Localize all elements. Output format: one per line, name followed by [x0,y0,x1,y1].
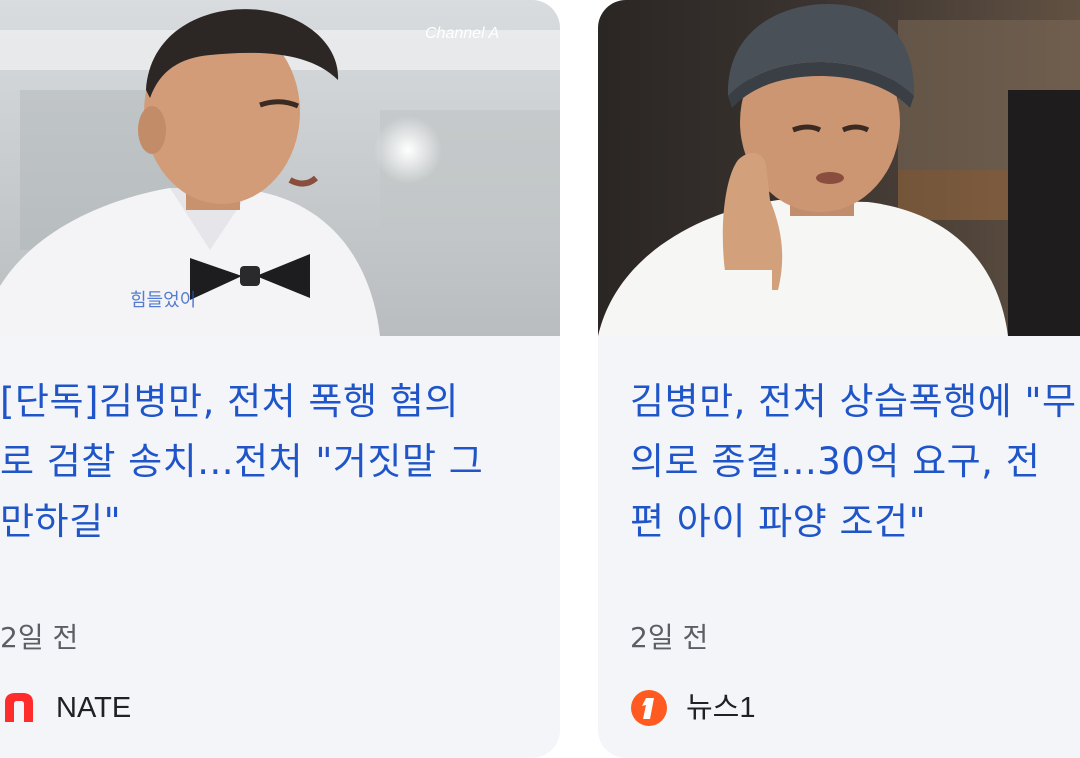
card-body: 김병만, 전처 상습폭행에 "무 의로 종결...30억 요구, 전 편 아이 … [598,336,1080,758]
published-time: 2일 전 [0,621,79,654]
thumbnail-caption: 힘들었이 [130,290,196,311]
news-source[interactable]: NATE [0,688,131,728]
thumbnail-image: Channel A 힘들었이 [0,0,560,336]
news-source[interactable]: 뉴스1 [630,688,756,728]
news-card-nate[interactable]: Channel A 힘들었이 [단독]김병만, 전처 폭행 혐의 로 검찰 송치… [0,0,560,758]
card-body: [단독]김병만, 전처 폭행 혐의 로 검찰 송치...전처 "거짓말 그 만하… [0,336,560,758]
thumbnail-image [598,0,1080,336]
published-time: 2일 전 [630,621,709,654]
nate-logo-icon [0,689,38,727]
news-headline[interactable]: 김병만, 전처 상습폭행에 "무 의로 종결...30억 요구, 전 편 아이 … [630,336,1080,552]
news-headline[interactable]: [단독]김병만, 전처 폭행 혐의 로 검찰 송치...전처 "거짓말 그 만하… [0,336,560,552]
news-card-news1[interactable]: 김병만, 전처 상습폭행에 "무 의로 종결...30억 요구, 전 편 아이 … [598,0,1080,758]
source-name: 뉴스1 [686,692,756,724]
news-thumbnail [598,0,1080,336]
news-thumbnail: Channel A 힘들었이 [0,0,560,336]
news1-logo-icon [630,689,668,727]
thumbnail-watermark: Channel A [425,25,499,42]
news-carousel: Channel A 힘들었이 [단독]김병만, 전처 폭행 혐의 로 검찰 송치… [0,0,1080,758]
source-name: NATE [56,692,132,724]
